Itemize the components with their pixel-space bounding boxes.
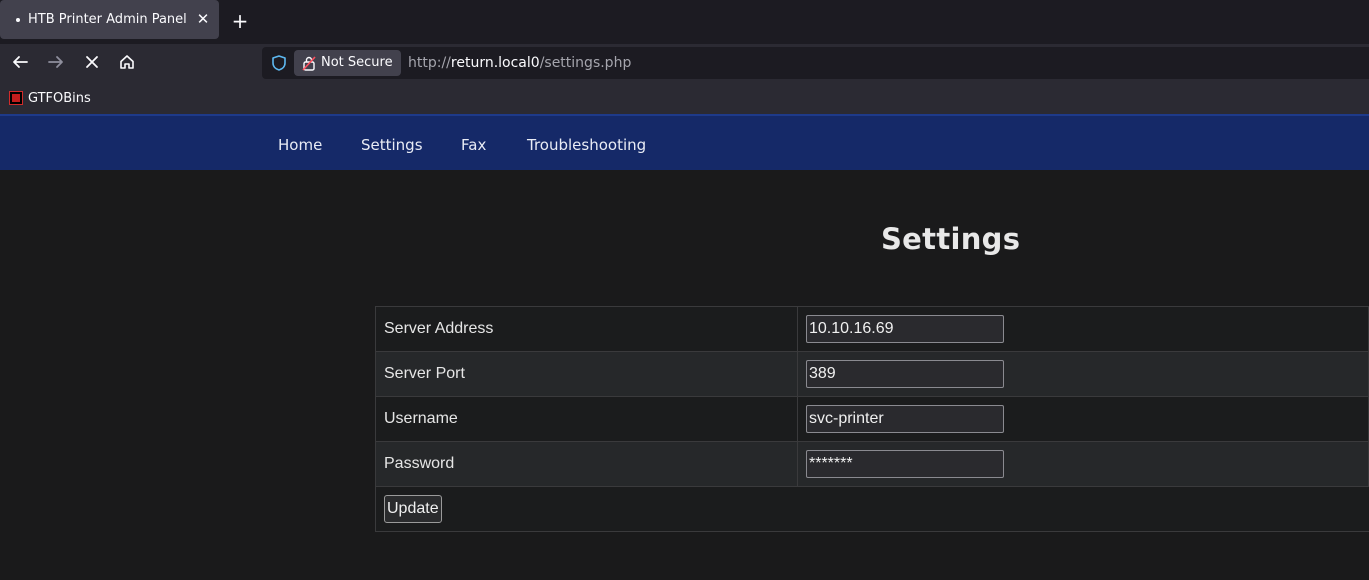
bookmark-gtfobins[interactable]: GTFOBins [28, 91, 91, 106]
table-row: Username [375, 396, 1369, 442]
url-scheme: http:// [408, 55, 451, 71]
password-cell [797, 441, 1369, 487]
url-path: /settings.php [539, 55, 632, 71]
nav-link-troubleshooting[interactable]: Troubleshooting [527, 136, 646, 154]
page-content: Home Settings Fax Troubleshooting Settin… [0, 114, 1369, 580]
server-port-input[interactable] [806, 360, 1004, 388]
gtfobins-favicon-icon [9, 91, 23, 105]
server-address-label: Server Address [375, 306, 798, 352]
nav-link-home[interactable]: Home [278, 136, 322, 154]
home-icon[interactable] [115, 50, 139, 74]
table-row: Server Address [375, 306, 1369, 352]
tab-strip: HTB Printer Admin Panel ✕ + [0, 0, 1369, 44]
username-input[interactable] [806, 405, 1004, 433]
insecure-lock-icon [302, 55, 316, 71]
site-security-button[interactable]: Not Secure [294, 50, 401, 76]
server-port-cell [797, 351, 1369, 397]
tab-close-icon[interactable]: ✕ [195, 10, 211, 28]
password-label: Password [375, 441, 798, 487]
tab-loading-dot-icon [16, 18, 20, 22]
tracking-protection-shield-icon[interactable] [270, 54, 288, 72]
server-address-cell [797, 306, 1369, 352]
page-title: Settings [881, 222, 1021, 256]
server-address-input[interactable] [806, 315, 1004, 343]
new-tab-plus-icon[interactable]: + [230, 10, 250, 32]
settings-form-table: Server Address Server Port Username Pass… [375, 306, 1369, 532]
username-cell [797, 396, 1369, 442]
url-host: return.local0 [450, 55, 540, 71]
table-row: Update [375, 486, 1369, 532]
table-row: Server Port [375, 351, 1369, 397]
server-port-label: Server Port [375, 351, 798, 397]
tab-title: HTB Printer Admin Panel [28, 12, 187, 27]
url-text[interactable]: http://return.local0/settings.php [408, 55, 631, 71]
site-navbar: Home Settings Fax Troubleshooting [0, 114, 1369, 170]
submit-cell: Update [375, 486, 1369, 532]
username-label: Username [375, 396, 798, 442]
bookmarks-toolbar: GTFOBins [0, 80, 1369, 114]
password-input[interactable] [806, 450, 1004, 478]
stop-loading-icon[interactable] [80, 50, 104, 74]
nav-link-settings[interactable]: Settings [361, 136, 423, 154]
forward-arrow-icon[interactable] [44, 50, 68, 74]
browser-tab[interactable]: HTB Printer Admin Panel ✕ [0, 0, 219, 39]
back-arrow-icon[interactable] [8, 50, 32, 74]
table-row: Password [375, 441, 1369, 487]
update-button[interactable]: Update [384, 495, 442, 523]
not-secure-label: Not Secure [321, 55, 393, 70]
nav-link-fax[interactable]: Fax [461, 136, 486, 154]
